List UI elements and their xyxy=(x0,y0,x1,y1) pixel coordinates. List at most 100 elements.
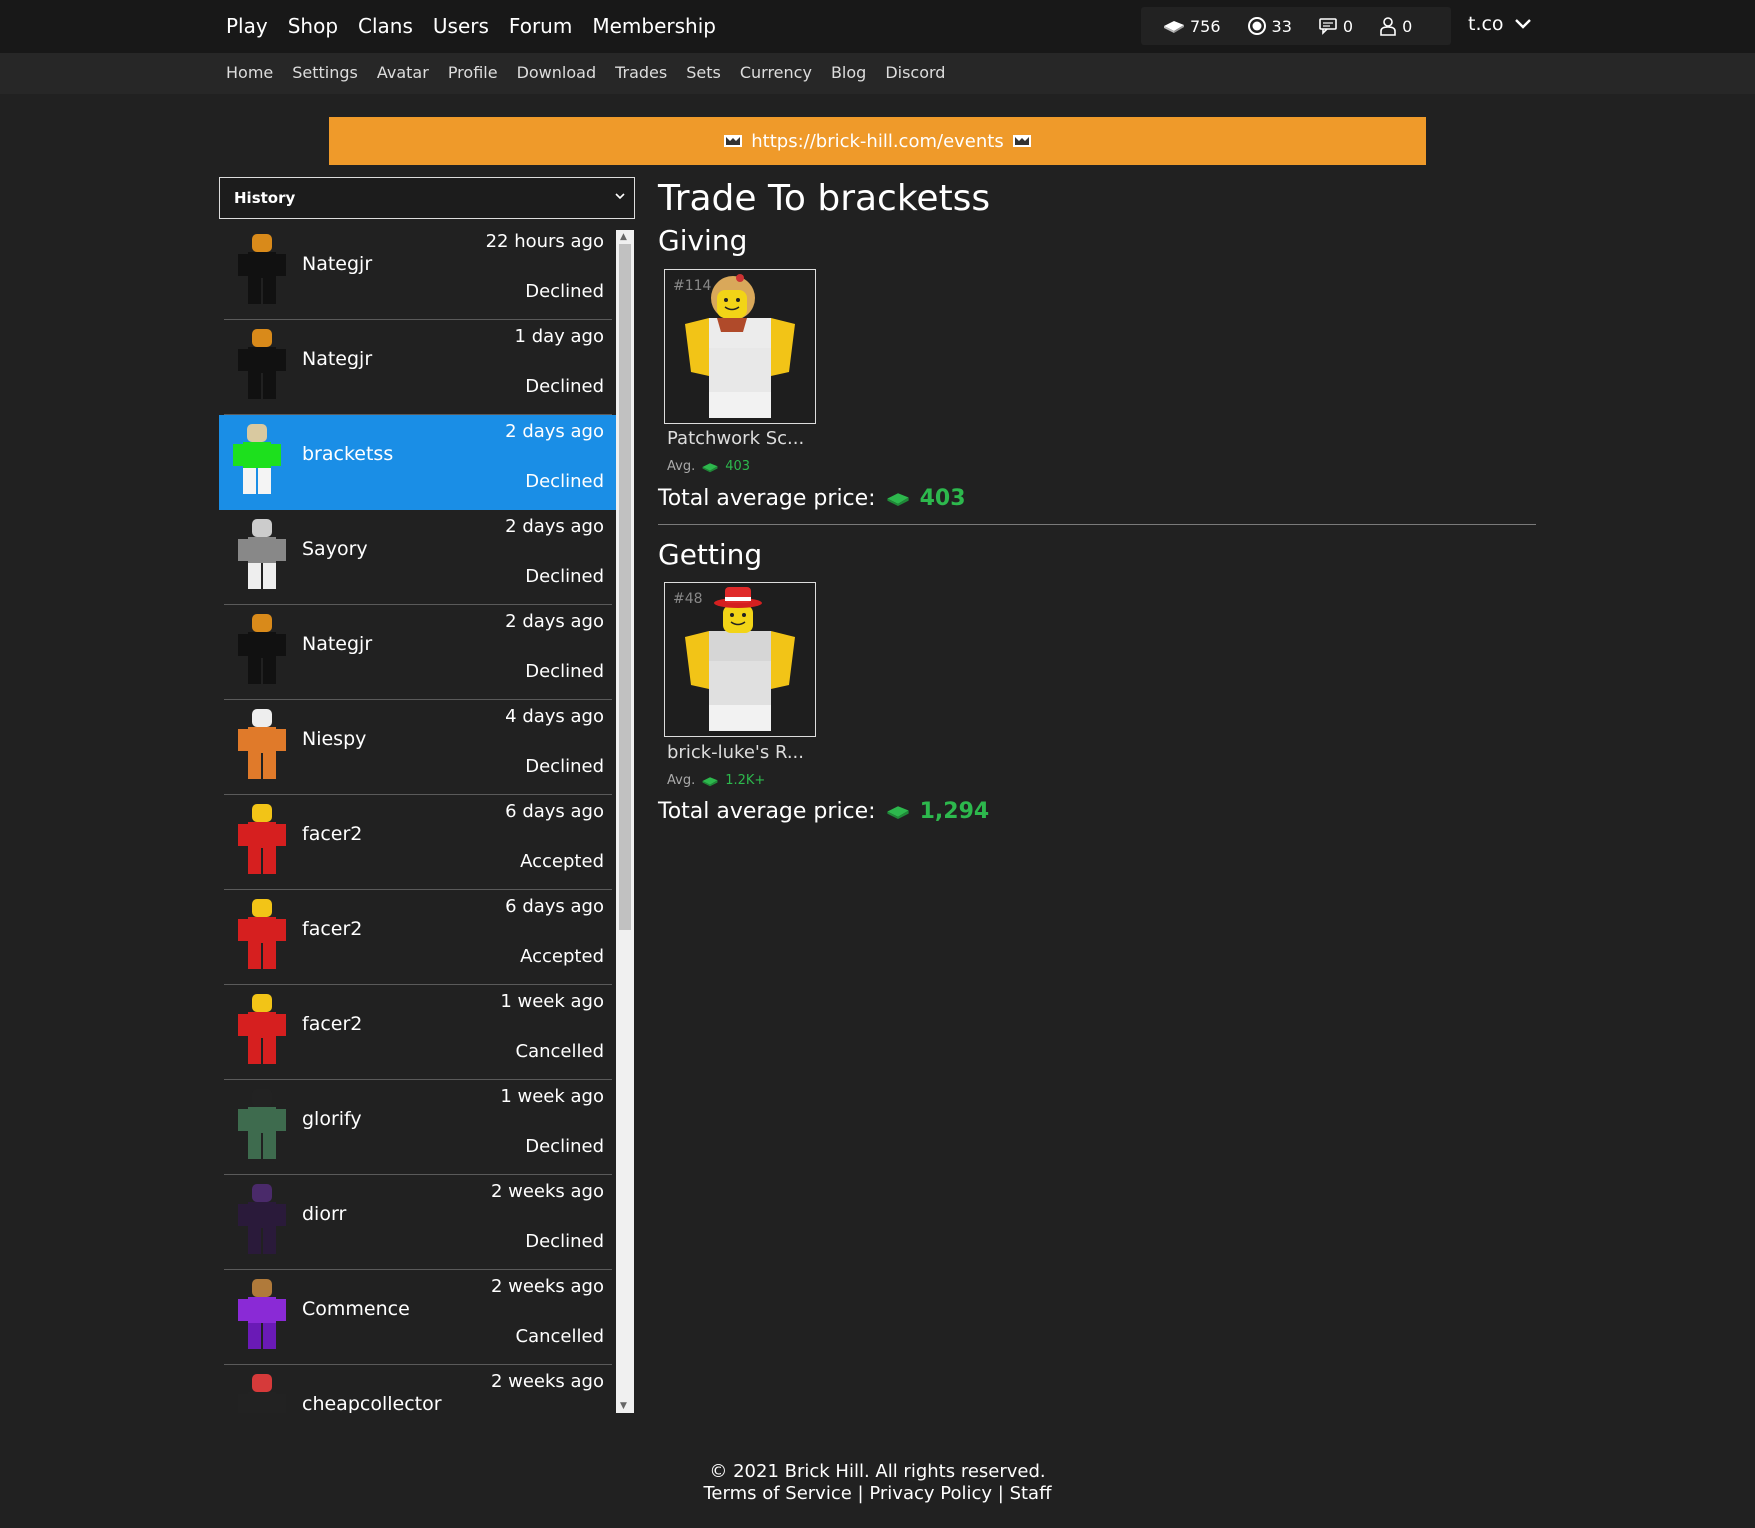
trade-username[interactable]: Commence xyxy=(302,1298,410,1320)
trade-time: 2 weeks ago xyxy=(490,1371,604,1392)
trade-history-row[interactable]: facer2 6 days ago Accepted xyxy=(224,795,612,890)
subnav-currency[interactable]: Currency xyxy=(740,63,812,82)
glorify-avatar xyxy=(238,1089,286,1159)
history-select[interactable]: History xyxy=(219,177,635,219)
stats-bar: 756 33 0 0 xyxy=(1141,7,1451,45)
trade-history-row[interactable]: Commence 2 weeks ago Cancelled xyxy=(224,1270,612,1365)
bucks-icon xyxy=(886,806,909,819)
subnav-sets[interactable]: Sets xyxy=(686,63,721,82)
bucks-icon xyxy=(702,462,718,472)
trade-username[interactable]: facer2 xyxy=(302,918,362,940)
nav-shop[interactable]: Shop xyxy=(288,14,338,38)
trade-status: Declined xyxy=(525,1231,604,1252)
trade-time: 1 week ago xyxy=(500,1086,604,1107)
top-navbar: Play Shop Clans Users Forum Membership 7… xyxy=(0,0,1755,53)
trade-username[interactable]: glorify xyxy=(302,1108,362,1130)
trade-username[interactable]: Niespy xyxy=(302,728,366,750)
trade-history-row[interactable]: facer2 6 days ago Accepted xyxy=(224,890,612,985)
trade-time: 2 weeks ago xyxy=(490,1276,604,1297)
subnav-discord[interactable]: Discord xyxy=(885,63,945,82)
trade-status: Declined xyxy=(525,756,604,777)
trade-history-row[interactable]: Sayory 2 days ago Declined xyxy=(224,510,612,605)
staff-link[interactable]: Staff xyxy=(1010,1483,1052,1504)
nav-membership[interactable]: Membership xyxy=(592,14,716,38)
trade-time: 1 week ago xyxy=(500,991,604,1012)
avg-label: Avg. xyxy=(667,459,696,474)
nav-clans[interactable]: Clans xyxy=(358,14,413,38)
trade-time: 2 weeks ago xyxy=(490,1181,604,1202)
nav-forum[interactable]: Forum xyxy=(509,14,572,38)
trade-status: Declined xyxy=(525,281,604,302)
scroll-up-arrow[interactable]: ▲ xyxy=(620,232,627,242)
trade-history-row[interactable]: Nategjr 1 day ago Declined xyxy=(224,320,612,415)
subnav-download[interactable]: Download xyxy=(517,63,597,82)
trade-time: 4 days ago xyxy=(505,706,604,727)
avg-value: 403 xyxy=(725,459,751,474)
trade-username[interactable]: Sayory xyxy=(302,538,368,560)
bucks-count: 756 xyxy=(1190,16,1221,36)
scroll-down-arrow[interactable]: ▼ xyxy=(620,1401,627,1411)
sayory-avatar xyxy=(238,519,286,589)
niespy-avatar xyxy=(238,709,286,779)
friend-requests-icon xyxy=(1380,17,1396,36)
trade-history-row[interactable]: facer2 1 week ago Cancelled xyxy=(224,985,612,1080)
section-divider xyxy=(658,524,1536,525)
scrollbar-thumb[interactable] xyxy=(619,244,631,930)
subnav-settings[interactable]: Settings xyxy=(292,63,358,82)
nav-users[interactable]: Users xyxy=(433,14,489,38)
getting-item-card[interactable]: #48 xyxy=(664,582,816,737)
sub-navbar: Home Settings Avatar Profile Download Tr… xyxy=(0,53,1755,94)
bits-stat[interactable]: 33 xyxy=(1247,16,1292,36)
getting-heading: Getting xyxy=(658,538,763,571)
subnav-profile[interactable]: Profile xyxy=(448,63,498,82)
messages-stat[interactable]: 0 xyxy=(1318,17,1353,36)
giving-total: Total average price: 403 xyxy=(658,486,966,511)
trade-history-row[interactable]: bracketss 2 days ago Declined xyxy=(219,415,616,510)
trade-history-row[interactable]: cheapcollector 2 weeks ago xyxy=(224,1365,612,1413)
getting-item-name[interactable]: brick-luke's R... xyxy=(667,742,804,763)
trade-history-row[interactable]: diorr 2 weeks ago Declined xyxy=(224,1175,612,1270)
trade-history-row[interactable]: glorify 1 week ago Declined xyxy=(224,1080,612,1175)
trade-status: Declined xyxy=(525,1136,604,1157)
giving-item-card[interactable]: #114 xyxy=(664,269,816,424)
cheapcollector-avatar xyxy=(238,1374,286,1413)
terms-link[interactable]: Terms of Service xyxy=(703,1483,851,1504)
subnav-trades[interactable]: Trades xyxy=(615,63,667,82)
facer2-avatar xyxy=(238,994,286,1064)
trade-time: 2 days ago xyxy=(505,516,604,537)
trade-history-row[interactable]: Nategjr 2 days ago Declined xyxy=(224,605,612,700)
trade-username[interactable]: Nategjr xyxy=(302,253,372,275)
trade-username[interactable]: facer2 xyxy=(302,823,362,845)
nav-play[interactable]: Play xyxy=(226,14,268,38)
bucks-stat[interactable]: 756 xyxy=(1163,17,1221,36)
trade-history-row[interactable]: Niespy 4 days ago Declined xyxy=(224,700,612,795)
events-link[interactable]: https://brick-hill.com/events xyxy=(751,131,1003,152)
total-value: 403 xyxy=(919,486,966,511)
avg-label: Avg. xyxy=(667,773,696,788)
subnav-avatar[interactable]: Avatar xyxy=(377,63,429,82)
trade-username[interactable]: diorr xyxy=(302,1203,346,1225)
trade-username[interactable]: cheapcollector xyxy=(302,1393,442,1413)
giving-item-avg: Avg. 403 xyxy=(667,459,750,474)
trade-username[interactable]: Nategjr xyxy=(302,348,372,370)
footer-separator: | xyxy=(857,1483,864,1504)
chevron-down-icon xyxy=(615,193,625,200)
bucks-icon xyxy=(1164,21,1184,33)
subnav-blog[interactable]: Blog xyxy=(831,63,866,82)
main-nav: Play Shop Clans Users Forum Membership xyxy=(226,14,716,38)
giving-item-name[interactable]: Patchwork Sc... xyxy=(667,428,804,449)
trade-status: Cancelled xyxy=(515,1326,604,1347)
trade-time: 6 days ago xyxy=(505,801,604,822)
trade-username[interactable]: Nategjr xyxy=(302,633,372,655)
subnav-home[interactable]: Home xyxy=(226,63,273,82)
trade-username[interactable]: facer2 xyxy=(302,1013,362,1035)
username: t.co xyxy=(1468,13,1504,35)
trade-username[interactable]: bracketss xyxy=(302,443,393,465)
user-menu[interactable]: t.co xyxy=(1468,13,1532,35)
trade-history-row[interactable]: Nategjr 22 hours ago Declined xyxy=(224,225,612,320)
privacy-link[interactable]: Privacy Policy xyxy=(869,1483,992,1504)
trade-status: Declined xyxy=(525,471,604,492)
friends-stat[interactable]: 0 xyxy=(1379,16,1412,36)
getting-total: Total average price: 1,294 xyxy=(658,799,989,824)
list-scrollbar[interactable]: ▲ ▼ xyxy=(616,230,634,1413)
